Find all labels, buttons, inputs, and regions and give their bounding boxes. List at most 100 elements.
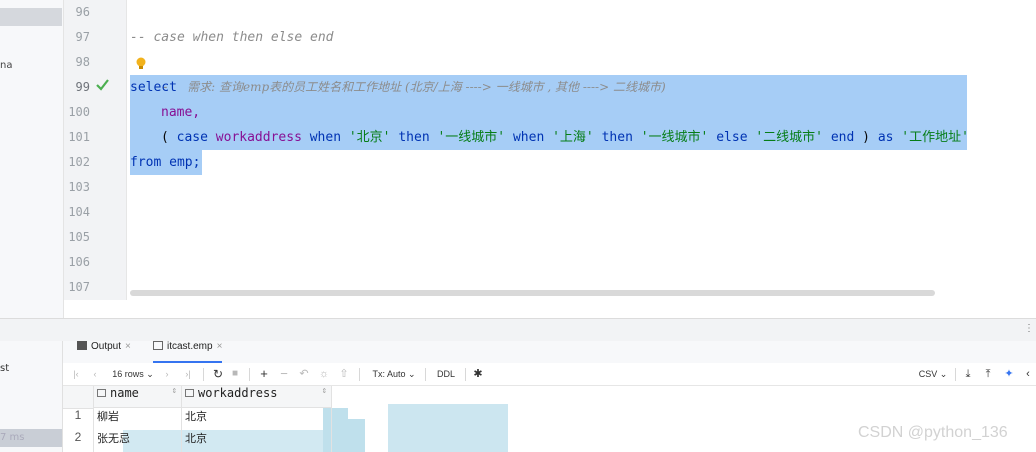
line-number: 97 <box>75 30 90 44</box>
services-item-fragment[interactable]: st <box>0 363 9 374</box>
import-icon[interactable]: ⤒ <box>981 363 995 385</box>
line-number-current: 99 <box>75 80 90 94</box>
kw-when: when <box>309 130 342 145</box>
paren-open: ( <box>161 130 169 145</box>
tab-itcast-emp[interactable]: itcast.emp × <box>153 341 223 363</box>
line-number: 100 <box>68 105 90 119</box>
str-tier1: '一线城市' <box>640 130 709 145</box>
watermark: CSDN @python_136 <box>858 424 1008 441</box>
rows-label: 16 rows <box>112 369 144 379</box>
column-icon <box>97 389 106 397</box>
intention-bulb-icon[interactable] <box>135 56 147 72</box>
paren-close: ) <box>862 130 870 145</box>
line-number: 106 <box>68 255 90 269</box>
toolbar-separator <box>955 368 956 381</box>
row-number: 2 <box>74 430 82 444</box>
ddl-button[interactable]: DDL <box>433 363 459 385</box>
str-alias: '工作地址' <box>901 130 969 145</box>
code-select-keyword[interactable]: select <box>130 75 177 100</box>
delete-row-icon[interactable]: − <box>277 363 291 385</box>
last-page-icon[interactable]: ›| <box>181 363 195 385</box>
cell-workaddress[interactable]: 北京 <box>185 430 325 452</box>
line-number: 104 <box>68 205 90 219</box>
code-name-column[interactable]: name, <box>161 100 200 125</box>
column-header-label: name <box>110 386 139 400</box>
code-case-expression[interactable]: ( case workaddress when '北京' then '一线城市'… <box>161 125 969 150</box>
cell-name[interactable]: 柳岩 <box>97 408 177 430</box>
line-number: 103 <box>68 180 90 194</box>
services-tree: st 7 ms <box>0 341 63 452</box>
kw-as: as <box>877 130 894 145</box>
column-icon <box>185 389 194 397</box>
line-number: 98 <box>75 55 90 69</box>
execution-success-check-icon[interactable] <box>96 79 109 91</box>
toolbar-separator <box>359 368 360 381</box>
background-wave <box>335 419 365 452</box>
tool-window-divider[interactable]: ⋮ <box>0 318 1036 341</box>
console-output-icon <box>77 341 87 350</box>
previous-page-icon[interactable]: ‹ <box>89 363 101 385</box>
submit-icon[interactable]: ⇧ <box>337 363 351 385</box>
kw-end: end <box>830 130 855 145</box>
execution-time: 7 ms <box>0 429 62 447</box>
ai-assist-icon[interactable]: ✦ <box>1001 363 1017 385</box>
toolbar-separator <box>465 368 466 381</box>
cell-workaddress[interactable]: 北京 <box>185 408 325 430</box>
close-icon[interactable]: × <box>125 341 131 352</box>
line-number: 101 <box>68 130 90 144</box>
pin-icon[interactable]: ✱ <box>471 363 485 385</box>
grid-line <box>181 386 182 452</box>
toolbar-separator <box>203 368 204 381</box>
add-row-icon[interactable]: + <box>257 363 271 385</box>
results-toolbar: |‹ ‹ 16 rows ⌄ › ›| ↻ ■ + − ↶ ☼ ⇧ Tx: Au… <box>63 363 1036 386</box>
tab-label: itcast.emp <box>167 341 213 352</box>
project-item-fragment[interactable]: na <box>0 60 12 71</box>
project-selected-item[interactable] <box>0 8 62 26</box>
cell-name[interactable]: 张无忌 <box>97 430 177 452</box>
tab-output[interactable]: Output × <box>77 341 131 363</box>
rows-count-dropdown[interactable]: 16 rows ⌄ <box>109 363 157 385</box>
next-page-icon[interactable]: › <box>161 363 173 385</box>
sort-icon[interactable]: ⇕ <box>172 386 177 396</box>
column-header-name[interactable]: name ⇕ <box>93 386 181 408</box>
close-icon[interactable]: × <box>217 341 223 352</box>
project-tool-window: na <box>0 0 64 320</box>
results-tab-bar: Output × itcast.emp × <box>63 341 1036 364</box>
export-format-dropdown[interactable]: CSV ⌄ <box>915 363 951 385</box>
first-page-icon[interactable]: |‹ <box>69 363 83 385</box>
kw-when: when <box>512 130 545 145</box>
line-number: 107 <box>68 280 90 294</box>
export-icon[interactable]: ⤓ <box>961 363 975 385</box>
str-tier1: '一线城市' <box>437 130 506 145</box>
requirement-comment: 需求: 查询emp表的员工姓名和工作地址 (北京/上海 ----> 一线城市 ,… <box>187 80 666 94</box>
results-grid[interactable]: name ⇕ workaddress ⇕ 1 柳岩 北京 2 张无忌 北京 <box>63 386 1036 452</box>
more-options-icon[interactable]: ‹ <box>1023 363 1033 385</box>
stop-icon[interactable]: ■ <box>229 363 241 385</box>
column-header-workaddress[interactable]: workaddress ⇕ <box>181 386 331 408</box>
editor-gutter: 96 97 98 99 100 101 102 103 104 105 106 … <box>64 0 127 300</box>
code-from-clause[interactable]: from emp; <box>130 150 200 175</box>
code-comment[interactable]: -- case when then else end <box>130 25 334 50</box>
column-header-label: workaddress <box>198 386 278 400</box>
table-icon <box>153 341 163 350</box>
more-icon[interactable]: ⋮ <box>1024 323 1034 334</box>
transaction-mode-dropdown[interactable]: Tx: Auto ⌄ <box>369 363 419 385</box>
view-icon[interactable]: ☼ <box>317 363 331 385</box>
code-requirement-line[interactable]: - 需求: 查询emp表的员工姓名和工作地址 (北京/上海 ----> 一线城市 … <box>130 50 665 95</box>
kw-then: then <box>601 130 633 145</box>
background-wave <box>388 404 508 452</box>
row-number: 1 <box>74 408 82 422</box>
horizontal-scrollbar[interactable] <box>130 290 935 296</box>
str-beijing: '北京' <box>348 130 391 145</box>
kw-case: case <box>176 130 208 145</box>
line-number: 102 <box>68 155 90 169</box>
line-number: 96 <box>75 5 90 19</box>
toolbar-separator <box>425 368 426 381</box>
sort-icon[interactable]: ⇕ <box>322 386 327 396</box>
col-workaddress: workaddress <box>215 130 302 145</box>
tab-label: Output <box>91 341 122 352</box>
revert-icon[interactable]: ↶ <box>297 363 311 385</box>
refresh-icon[interactable]: ↻ <box>211 363 225 385</box>
sql-editor[interactable]: -- case when then else end - 需求: 查询emp表的员… <box>127 0 1036 300</box>
csv-label: CSV <box>918 369 938 379</box>
